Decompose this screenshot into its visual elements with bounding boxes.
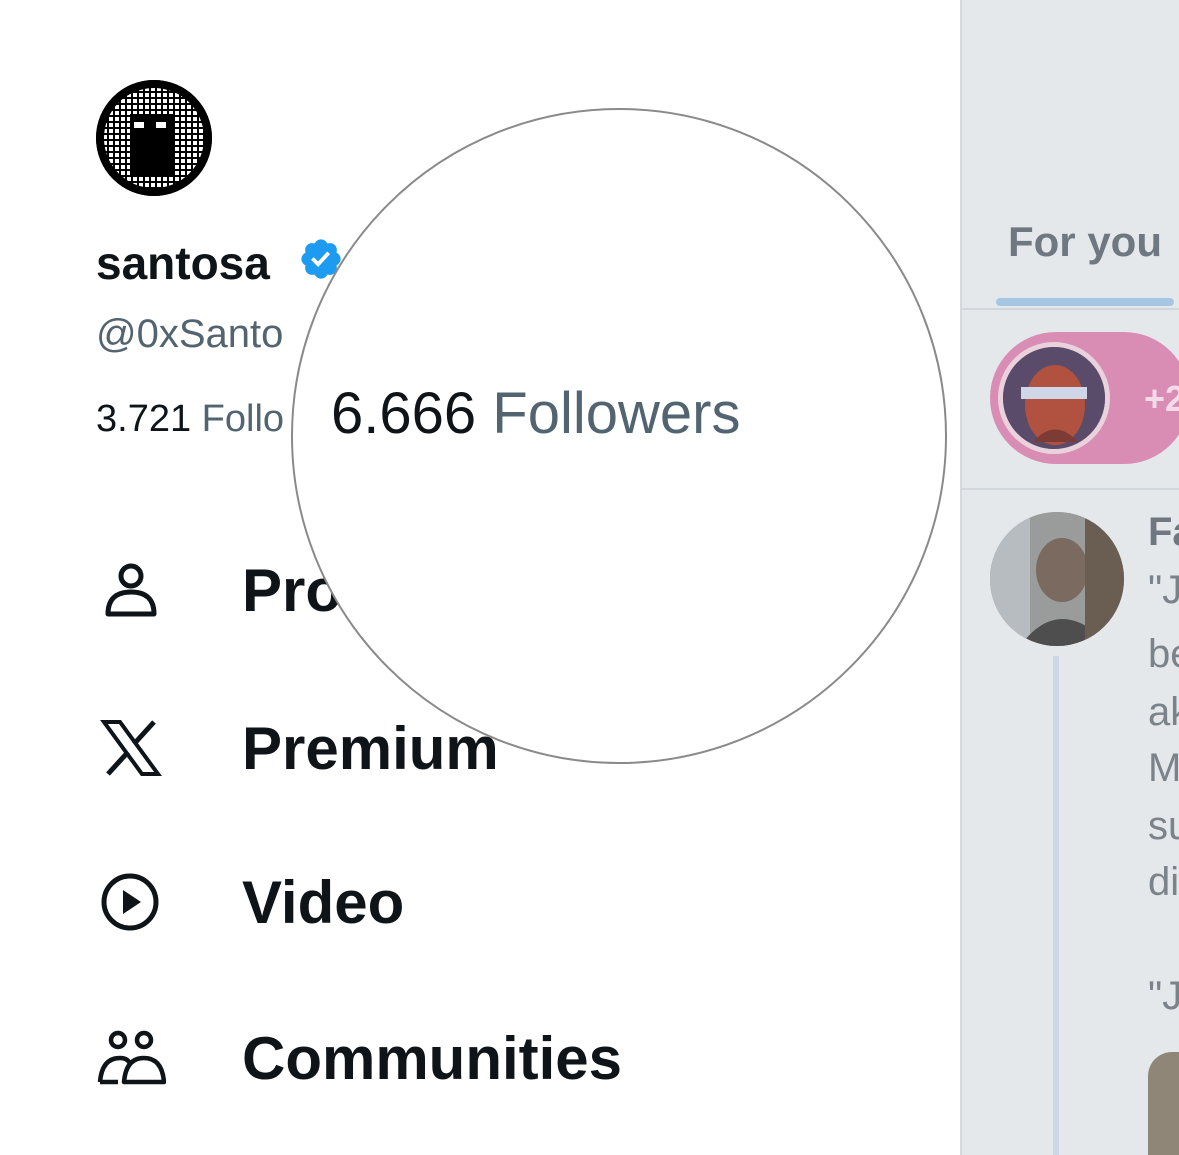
post-text-line: M — [1148, 746, 1179, 790]
x-logo-icon — [96, 718, 166, 778]
post-text-line: "J — [1148, 568, 1179, 612]
person-icon — [96, 560, 166, 620]
post-author-avatar[interactable] — [990, 512, 1124, 646]
magnifier-overlay: 6.666 Followers — [291, 108, 947, 764]
post-text-line: be — [1148, 632, 1179, 676]
post-text-line: ak — [1148, 690, 1179, 734]
active-tab-indicator — [996, 298, 1174, 306]
profile-avatar[interactable] — [96, 80, 212, 196]
menu-item-label: Video — [242, 869, 405, 936]
profile-handle[interactable]: @0xSanto — [96, 312, 283, 357]
menu-item-video[interactable]: Video — [96, 862, 796, 942]
tab-divider — [962, 308, 1179, 310]
communities-icon — [96, 1028, 167, 1088]
spaces-host-avatar[interactable] — [998, 342, 1110, 454]
play-circle-icon — [96, 872, 166, 932]
spaces-listener-count: +2 — [1144, 378, 1179, 419]
post-media-thumbnail[interactable] — [1148, 1052, 1179, 1155]
following-number: 3.721 — [96, 398, 192, 440]
profile-display-name[interactable]: santosa — [96, 236, 270, 290]
spaces-divider — [962, 488, 1179, 490]
post-text-line: su — [1148, 804, 1179, 848]
following-count[interactable]: 3.721 Follo — [96, 398, 284, 441]
menu-item-label: Communities — [242, 1025, 623, 1092]
menu-item-label: Premium — [242, 715, 499, 782]
timeline-background: For you +2 Fa "J be ak M su di "J — [960, 0, 1179, 1155]
following-label: Follo — [201, 398, 285, 440]
post-text-line: di — [1148, 860, 1179, 904]
followers-label: Followers — [492, 381, 741, 446]
menu-item-communities[interactable]: Communities — [96, 1018, 796, 1098]
post-author-name[interactable]: Fa — [1148, 510, 1179, 555]
thread-line — [1053, 656, 1059, 1155]
post-text-line: "J — [1148, 974, 1179, 1018]
tab-for-you[interactable]: For you — [1008, 218, 1162, 266]
followers-count-magnified[interactable]: 6.666 Followers — [331, 380, 740, 447]
followers-number: 6.666 — [331, 381, 477, 446]
